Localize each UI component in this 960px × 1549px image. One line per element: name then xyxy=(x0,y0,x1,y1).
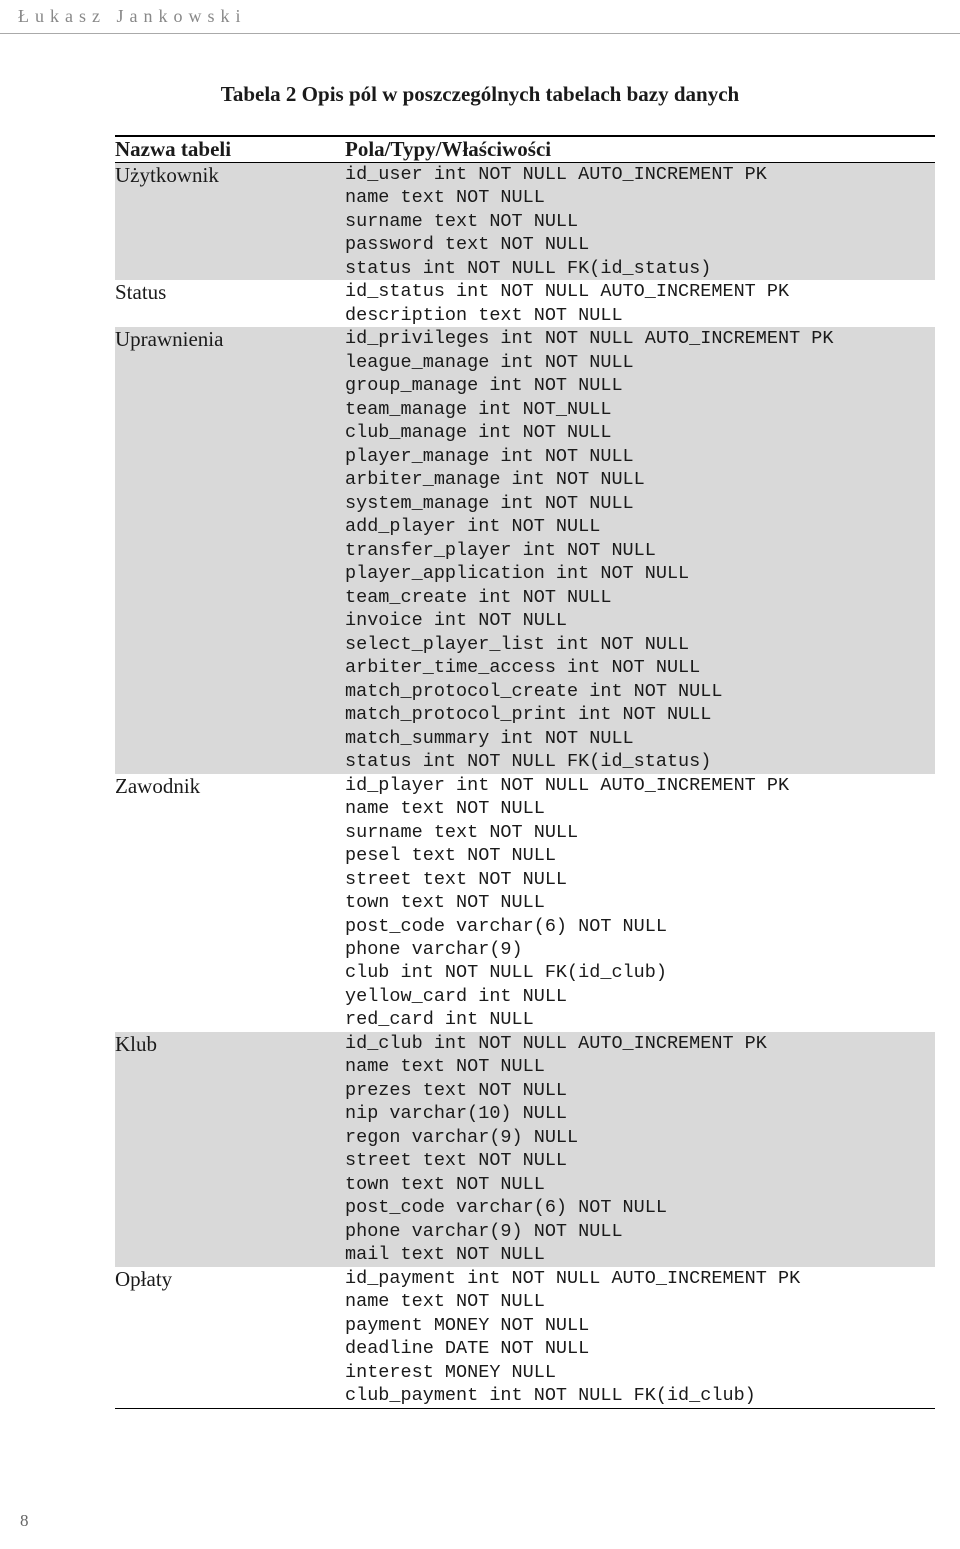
table-row: Zawodnik id_player int NOT NULL AUTO_INC… xyxy=(115,774,935,1032)
page-number: 8 xyxy=(20,1511,29,1531)
row-name: Klub xyxy=(115,1032,345,1267)
header-right: Pola/Typy/Właściwości xyxy=(345,136,935,163)
row-fields: id_user int NOT NULL AUTO_INCREMENT PK n… xyxy=(345,163,935,281)
table-row: Użytkownik id_user int NOT NULL AUTO_INC… xyxy=(115,163,935,281)
row-fields: id_club int NOT NULL AUTO_INCREMENT PK n… xyxy=(345,1032,935,1267)
row-name: Status xyxy=(115,280,345,327)
table-row: Opłaty id_payment int NOT NULL AUTO_INCR… xyxy=(115,1267,935,1408)
table-caption: Tabela 2 Opis pól w poszczególnych tabel… xyxy=(0,82,960,107)
row-name: Uprawnienia xyxy=(115,327,345,773)
row-name: Opłaty xyxy=(115,1267,345,1408)
header-left: Nazwa tabeli xyxy=(115,136,345,163)
schema-table: Nazwa tabeli Pola/Typy/Właściwości Użytk… xyxy=(115,135,935,1409)
row-fields: id_privileges int NOT NULL AUTO_INCREMEN… xyxy=(345,327,935,773)
table-row: Klub id_club int NOT NULL AUTO_INCREMENT… xyxy=(115,1032,935,1267)
row-fields: id_player int NOT NULL AUTO_INCREMENT PK… xyxy=(345,774,935,1032)
row-fields: id_status int NOT NULL AUTO_INCREMENT PK… xyxy=(345,280,935,327)
row-name: Zawodnik xyxy=(115,774,345,1032)
row-fields: id_payment int NOT NULL AUTO_INCREMENT P… xyxy=(345,1267,935,1408)
row-name: Użytkownik xyxy=(115,163,345,281)
running-header: Łukasz Jankowski xyxy=(0,0,960,34)
table-header-row: Nazwa tabeli Pola/Typy/Właściwości xyxy=(115,136,935,163)
table-row: Uprawnienia id_privileges int NOT NULL A… xyxy=(115,327,935,773)
table-row: Status id_status int NOT NULL AUTO_INCRE… xyxy=(115,280,935,327)
